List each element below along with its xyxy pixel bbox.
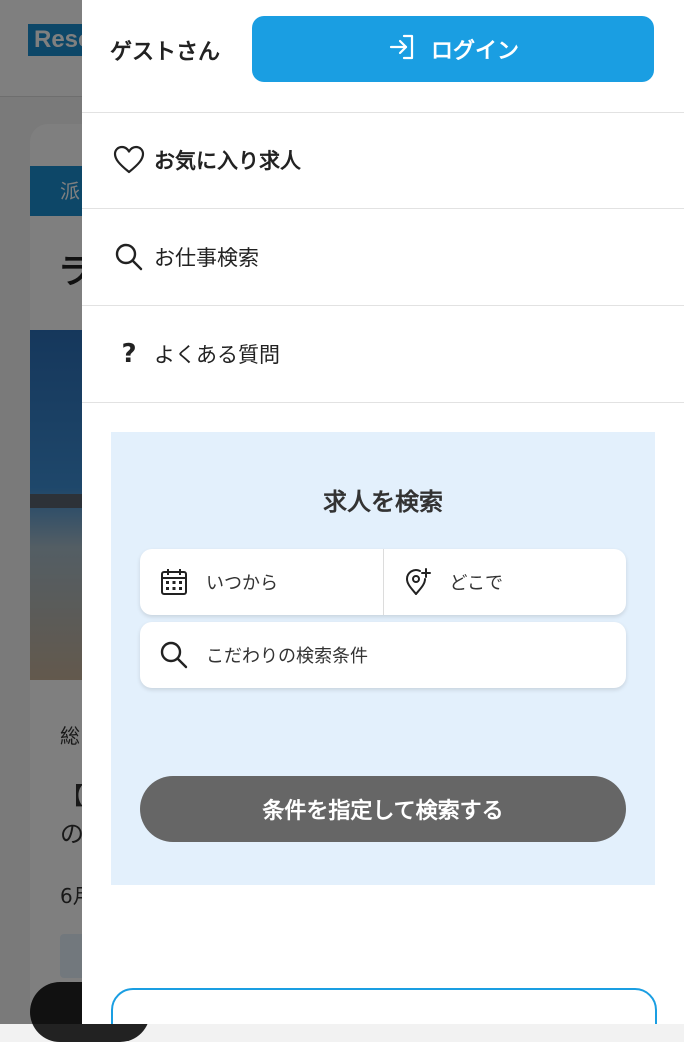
menu-item-label: お気に入り求人 bbox=[154, 149, 301, 173]
when-field[interactable]: いつから bbox=[140, 549, 383, 615]
menu-item-job-search[interactable]: お仕事検索 bbox=[82, 209, 684, 306]
search-icon bbox=[112, 240, 146, 274]
conditions-field[interactable]: こだわりの検索条件 bbox=[140, 622, 626, 688]
job-search-panel: 求人を検索 いつから どこで こだわりの検索条件 条件を指定して検索する bbox=[111, 432, 655, 885]
heart-icon bbox=[112, 143, 146, 177]
menu-item-label: お仕事検索 bbox=[154, 246, 259, 270]
search-icon bbox=[158, 639, 190, 671]
calendar-icon bbox=[158, 566, 190, 598]
conditions-label: こだわりの検索条件 bbox=[206, 646, 368, 667]
login-button[interactable]: ログイン bbox=[252, 16, 654, 82]
menu-item-faq[interactable]: ? よくある質問 bbox=[82, 306, 684, 403]
search-panel-title: 求人を検索 bbox=[323, 488, 443, 516]
menu-item-favorites[interactable]: お気に入り求人 bbox=[82, 112, 684, 209]
side-drawer: ゲストさん ログイン お気に入り求人 お仕事検索 ? よくある質問 求人を検索 … bbox=[82, 0, 684, 1024]
question-icon: ? bbox=[121, 339, 137, 369]
drawer-header: ゲストさん ログイン bbox=[82, 0, 684, 113]
login-icon bbox=[387, 32, 417, 66]
bottom-outline-button[interactable] bbox=[111, 988, 657, 1024]
where-label: どこで bbox=[449, 573, 503, 594]
guest-name: ゲストさん bbox=[110, 40, 221, 65]
location-pin-icon bbox=[402, 566, 434, 598]
menu-item-label: よくある質問 bbox=[154, 343, 280, 367]
when-where-row: いつから どこで bbox=[140, 549, 626, 615]
search-submit-button[interactable]: 条件を指定して検索する bbox=[140, 776, 626, 842]
login-label: ログイン bbox=[430, 39, 519, 64]
where-field[interactable]: どこで bbox=[382, 549, 627, 615]
when-label: いつから bbox=[206, 573, 278, 594]
